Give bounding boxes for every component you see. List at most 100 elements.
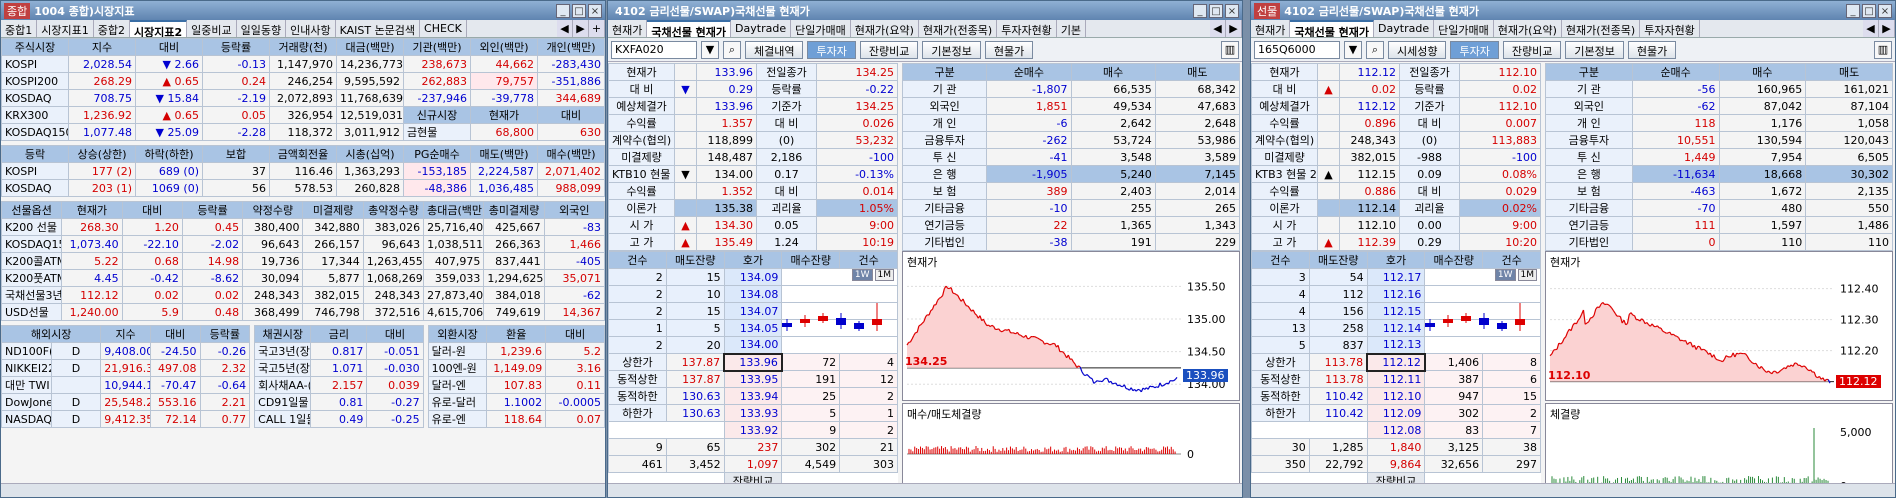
- column-header[interactable]: 미결제량: [302, 201, 364, 219]
- table-row[interactable]: 이론가 112.14 괴리율 0.02%: [1251, 199, 1541, 217]
- tab-nav-icon[interactable]: +: [589, 20, 605, 37]
- column-header[interactable]: 호가: [723, 251, 783, 269]
- table-row[interactable]: 개 인 118 1,176 1,058: [1545, 114, 1893, 132]
- table-row[interactable]: 은 행 -11,634 18,668 30,302: [1545, 165, 1893, 183]
- column-header[interactable]: 약정수량: [242, 201, 304, 219]
- maximize-icon[interactable]: □: [1862, 3, 1876, 18]
- table-row[interactable]: CD91일물 0.81 -0.27: [254, 393, 424, 411]
- table-row[interactable]: 계약수(협의) 248,343 (0) 113,883: [1251, 131, 1541, 149]
- table-row[interactable]: KOSPI 2,028.54 ▼ 2.66 -0.13 1,147,970 14,236,…: [1, 55, 605, 73]
- toolbar-button[interactable]: 현물가: [984, 40, 1034, 59]
- table-row[interactable]: 금융투자 -262 53,724 53,986: [901, 131, 1241, 149]
- toolbar-button[interactable]: 잔량비교: [1502, 40, 1562, 59]
- bid-row[interactable]: 하한가 110.42 112.09 302 2: [1251, 404, 1541, 422]
- tab-nav-icon[interactable]: ◀: [1863, 20, 1879, 37]
- table-row[interactable]: 대 비 ▲ 0.02 등락률 0.02: [1251, 80, 1541, 98]
- column-header[interactable]: 시총(십억): [336, 145, 404, 163]
- bid-row[interactable]: 동적상한 113.78 112.11 387 6: [1251, 370, 1541, 388]
- period-button[interactable]: 1W: [1494, 269, 1516, 281]
- tab-item[interactable]: 현재가(전종목): [1562, 20, 1641, 37]
- column-header[interactable]: 상승(상한): [68, 145, 136, 163]
- column-header[interactable]: 매수: [1718, 63, 1807, 81]
- tab-item[interactable]: 일일동향: [237, 20, 287, 37]
- table-row[interactable]: 대 비 ▼ 0.29 등락률 -0.22: [608, 80, 898, 98]
- period-button[interactable]: 1W: [851, 269, 873, 281]
- column-header[interactable]: 대비: [121, 201, 183, 219]
- table-row[interactable]: 기 관 -56 160,965 161,021: [1545, 80, 1893, 98]
- column-header[interactable]: 기관(백만): [403, 38, 471, 56]
- table-row[interactable]: 달러-원 1,239.6 5.2: [427, 342, 605, 360]
- tab-item[interactable]: 단일가매매: [1434, 20, 1494, 37]
- tab-item[interactable]: 기본: [1057, 20, 1087, 37]
- tab-nav-icon[interactable]: ▶: [1226, 20, 1242, 37]
- tab-item[interactable]: 단일가매매: [791, 20, 851, 37]
- table-row[interactable]: 개 인 -6 2,642 2,648: [901, 114, 1241, 132]
- tab-item[interactable]: 시장지표2: [129, 20, 188, 37]
- column-header[interactable]: 채권시장: [254, 325, 312, 343]
- bid-row[interactable]: 동적하한 130.63 133.94 25 2: [608, 387, 898, 405]
- search-icon[interactable]: ⌕: [1366, 40, 1384, 59]
- table-row[interactable]: 미결제량 148,487 2,186 -100: [608, 148, 898, 166]
- column-header[interactable]: 순매수: [986, 63, 1072, 81]
- column-header[interactable]: 등락: [1, 145, 69, 163]
- column-header[interactable]: 금리: [310, 325, 368, 343]
- column-header[interactable]: 지수: [100, 325, 151, 343]
- column-header[interactable]: 등락률: [202, 38, 270, 56]
- tab-item[interactable]: Daytrade: [1374, 20, 1435, 37]
- table-row[interactable]: 시 가 ▲ 134.30 0.05 9:00: [608, 216, 898, 234]
- price-chart[interactable]: 현재가 112.40 112.30 112.20 112.10 112.12: [1545, 251, 1893, 401]
- dropdown-icon[interactable]: ▼: [701, 40, 719, 59]
- toolbar-button[interactable]: 투자자: [1450, 40, 1499, 59]
- table-row[interactable]: KRX300 1,236.92 ▲ 0.65 0.05 326,954 12,519,03…: [1, 106, 605, 124]
- table-row[interactable]: KOSDAQ150 1,077.48 ▼ 25.09 -2.28 118,372 3,01…: [1, 123, 605, 141]
- window-titlebar[interactable]: 선물 4102 금리선물/SWAP)국채선물 현재가 _ □ ×: [1251, 1, 1895, 20]
- column-header[interactable]: 개인(백만): [537, 38, 605, 56]
- column-header[interactable]: 건수: [839, 251, 898, 269]
- table-row[interactable]: 외국인 -62 87,042 87,104: [1545, 97, 1893, 115]
- table-row[interactable]: 수익률 1.357 대 비 0.026: [608, 114, 898, 132]
- minimize-icon[interactable]: _: [1193, 3, 1207, 18]
- tab-item[interactable]: 투자자현황: [1640, 20, 1700, 37]
- table-row[interactable]: 국고5년(장내)1.071-0.030: [254, 359, 424, 377]
- table-row[interactable]: 유로-엔 118.64 0.07: [427, 410, 605, 428]
- column-header[interactable]: 건수: [1251, 251, 1310, 269]
- toolbar-button[interactable]: 현물가: [1627, 40, 1677, 59]
- column-header[interactable]: 외환시장: [427, 325, 488, 343]
- period-button[interactable]: 1M: [874, 269, 894, 281]
- tab-item[interactable]: CHECK: [420, 20, 467, 37]
- table-row[interactable]: 금융투자 10,551 130,594 120,043: [1545, 131, 1893, 149]
- table-row[interactable]: 유로-달러 1.1002 -0.0005: [427, 393, 605, 411]
- table-row[interactable]: 투 신 1,449 7,954 6,505: [1545, 148, 1893, 166]
- table-row[interactable]: 수익률 0.896 대 비 0.007: [1251, 114, 1541, 132]
- column-header[interactable]: 매수잔량: [781, 251, 841, 269]
- toolbar-button[interactable]: 체결내역: [745, 40, 804, 59]
- table-row[interactable]: KOSDAQ150 선물1,073.40-22.10-2.0296,643266…: [1, 235, 605, 253]
- table-row[interactable]: 예상체결가 112.12 기준가 112.10: [1251, 97, 1541, 115]
- column-header[interactable]: 지수: [68, 38, 136, 56]
- column-header[interactable]: 총약정수량: [362, 201, 425, 219]
- table-row[interactable]: 예상체결가 133.96 기준가 134.25: [608, 97, 898, 115]
- tab-item[interactable]: 중합1: [1, 20, 38, 37]
- tab-item[interactable]: 현재가(요약): [1494, 20, 1562, 37]
- column-header[interactable]: 대비: [545, 325, 605, 343]
- bid-row[interactable]: 133.92 9 2: [608, 421, 898, 439]
- bid-row[interactable]: 동적상한 137.87 133.95 191 12: [608, 370, 898, 388]
- close-icon[interactable]: ×: [1225, 3, 1239, 18]
- column-header[interactable]: 매도: [1154, 63, 1241, 81]
- table-row[interactable]: K200풋ATM 4.45 -0.42 -8.62 30,094 5,877 1,068,2…: [1, 269, 605, 287]
- table-row[interactable]: KOSDAQ 203 (1) 1069 (0) 56 578.53 260,828 -48,…: [1, 179, 605, 197]
- table-row[interactable]: 달러-엔 107.83 0.11: [427, 376, 605, 394]
- column-header[interactable]: 순매수: [1631, 63, 1720, 81]
- tab-item[interactable]: 일중비교: [187, 20, 237, 37]
- column-header[interactable]: 등락률: [181, 201, 244, 219]
- table-row[interactable]: 투 신 -41 3,548 3,589: [901, 148, 1241, 166]
- tab-nav-icon[interactable]: ◀: [1210, 20, 1226, 37]
- column-header[interactable]: PG순매수: [403, 145, 471, 163]
- table-row[interactable]: ND100F(E)D9,408.00-24.50-0.26: [1, 342, 251, 360]
- table-row[interactable]: 외국인 1,851 49,534 47,683: [901, 97, 1241, 115]
- table-row[interactable]: USD선물 1,240.00 5.9 0.48 368,499 746,798 372,51…: [1, 303, 605, 321]
- tab-item[interactable]: 현재가: [1251, 20, 1291, 37]
- table-row[interactable]: CALL 1일물 0.49 -0.25: [254, 410, 424, 428]
- table-row[interactable]: 기타법인 0 110 110: [1545, 233, 1893, 251]
- toolbar-button[interactable]: 시세성향: [1388, 40, 1447, 59]
